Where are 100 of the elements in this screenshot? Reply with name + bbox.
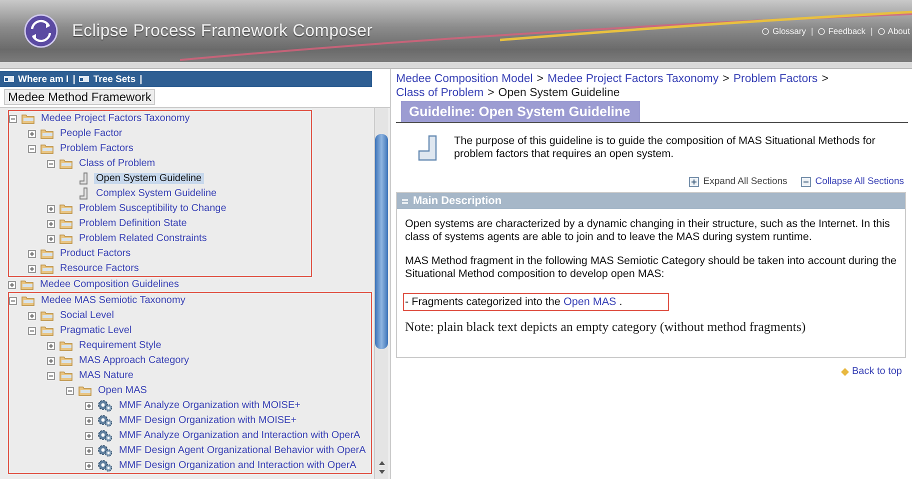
folder-icon xyxy=(40,143,54,154)
gear-icon xyxy=(97,459,113,472)
tree-item[interactable]: MAS Nature xyxy=(77,370,136,381)
folder-icon xyxy=(21,113,35,124)
folder-icon xyxy=(40,128,54,139)
collapse-icon[interactable] xyxy=(9,114,17,122)
folder-icon xyxy=(20,279,34,290)
collapse-all-link[interactable]: Collapse All Sections xyxy=(801,176,904,187)
tree-item[interactable]: Problem Related Constraints xyxy=(77,233,209,244)
scroll-down-icon[interactable] xyxy=(378,469,386,475)
tree-item[interactable]: Class of Problem xyxy=(77,158,158,169)
expand-all-link[interactable]: Expand All Sections xyxy=(689,176,788,187)
breadcrumb-link[interactable]: Class of Problem xyxy=(396,86,484,100)
document-icon xyxy=(78,172,90,185)
tree-item[interactable]: Problem Susceptibility to Change xyxy=(77,203,228,214)
breadcrumb-separator: > xyxy=(722,72,730,86)
tree-item[interactable]: People Factor xyxy=(58,128,124,139)
expand-icon[interactable] xyxy=(47,204,55,212)
collapse-icon[interactable] xyxy=(28,326,36,334)
tree-item[interactable]: Social Level xyxy=(58,310,116,321)
folder-icon xyxy=(59,218,73,229)
gear-icon xyxy=(97,414,113,427)
tree-item[interactable]: Product Factors xyxy=(58,248,133,259)
separator: | xyxy=(140,74,142,84)
scrollbar-thumb[interactable] xyxy=(375,134,388,349)
method-framework-label: Medee Method Framework xyxy=(4,89,156,105)
tree-item[interactable]: Medee Project Factors Taxonomy xyxy=(39,113,192,124)
expand-icon[interactable] xyxy=(47,220,55,228)
tree-item[interactable]: MMF Design Organization and Interaction with OperA xyxy=(117,460,358,471)
expand-icon[interactable] xyxy=(85,416,93,424)
plus-icon xyxy=(689,176,700,186)
logo-icon xyxy=(24,14,58,48)
tree-item[interactable]: MMF Design Agent Organizational Behavior with OperA xyxy=(117,445,368,456)
description-paragraph: MAS Method fragment in the following MAS Semiotic Category should be taken into account during the Situational Method composition to develop open MAS: xyxy=(405,255,897,281)
expand-icon[interactable] xyxy=(85,402,93,410)
tree-item[interactable]: Complex System Guideline xyxy=(94,188,219,199)
purpose-text: The purpose of this guideline is to guide the composition of MAS Situational Methods for problem factors that requires an open system. xyxy=(454,135,876,161)
breadcrumb-link[interactable]: Problem Factors xyxy=(733,72,818,86)
collapse-icon[interactable] xyxy=(66,386,74,394)
gear-icon xyxy=(97,429,113,442)
folder-icon xyxy=(59,158,73,169)
app-title: Eclipse Process Framework Composer xyxy=(72,21,373,41)
collapse-icon[interactable] xyxy=(47,160,55,168)
tree-item[interactable]: Problem Definition State xyxy=(77,218,189,229)
folder-icon xyxy=(59,355,73,366)
expand-icon[interactable] xyxy=(8,280,16,288)
folder-icon xyxy=(21,295,35,306)
tree-item[interactable]: Medee MAS Semiotic Taxonomy xyxy=(39,295,188,306)
tree-item[interactable]: Problem Factors xyxy=(58,143,136,154)
info-icon xyxy=(818,28,826,34)
expand-icon[interactable] xyxy=(28,130,36,138)
gear-icon xyxy=(97,399,113,412)
minus-icon xyxy=(801,176,812,186)
scrollbar[interactable] xyxy=(374,108,388,479)
tree-item[interactable]: Resource Factors xyxy=(58,263,141,274)
folder-icon xyxy=(40,310,54,321)
breadcrumb-separator: > xyxy=(822,72,828,86)
tree-item[interactable]: MAS Approach Category xyxy=(77,355,192,366)
scroll-up-icon[interactable] xyxy=(378,460,386,466)
diamond-icon xyxy=(840,368,849,376)
folder-icon xyxy=(40,325,54,336)
breadcrumb-current: Open System Guideline xyxy=(498,86,620,100)
tree-item[interactable]: Open MAS xyxy=(96,385,149,396)
folder-icon xyxy=(59,340,73,351)
expand-icon[interactable] xyxy=(47,234,55,242)
gear-icon xyxy=(97,444,113,457)
folder-icon xyxy=(59,203,73,214)
open-mas-link[interactable]: Open MAS xyxy=(563,296,616,308)
breadcrumb-link[interactable]: Medee Composition Model xyxy=(396,72,533,86)
collapse-icon[interactable] xyxy=(47,372,55,380)
tree-item[interactable]: Open System Guideline xyxy=(94,173,204,184)
folder-icon xyxy=(78,385,92,396)
expand-icon[interactable] xyxy=(47,356,55,364)
tree-item[interactable]: Pragmatic Level xyxy=(58,325,134,336)
separator: | xyxy=(870,26,873,36)
expand-icon[interactable] xyxy=(47,342,55,350)
collapse-icon[interactable] xyxy=(28,144,36,152)
tree-item[interactable]: Medee Composition Guidelines xyxy=(38,279,181,290)
info-icon xyxy=(762,28,770,34)
expand-icon[interactable] xyxy=(28,264,36,272)
collapse-icon[interactable] xyxy=(9,296,17,304)
expand-icon[interactable] xyxy=(28,312,36,320)
tree-item[interactable]: MMF Analyze Organization with MOISE+ xyxy=(117,400,302,411)
back-to-top-link[interactable]: Back to top xyxy=(840,366,902,377)
tree-item[interactable]: MMF Analyze Organization and Interaction with OperA xyxy=(117,430,362,441)
breadcrumb-separator: > xyxy=(488,86,494,100)
expand-icon[interactable] xyxy=(85,432,93,440)
folder-icon xyxy=(40,248,54,259)
info-icon xyxy=(878,28,885,34)
breadcrumb-link[interactable]: Medee Project Factors Taxonomy xyxy=(548,72,719,86)
toolbar-link[interactable]: Tree Sets xyxy=(93,74,136,84)
tree-item[interactable]: MMF Design Organization with MOISE+ xyxy=(117,415,299,426)
expand-icon[interactable] xyxy=(85,462,93,470)
expand-icon[interactable] xyxy=(28,250,36,258)
page-title: Guideline: Open System Guideline xyxy=(401,101,640,122)
header-link[interactable]: Glossary xyxy=(772,26,806,36)
toolbar-link[interactable]: Where am I xyxy=(18,74,69,84)
fragment-sentence: - Fragments categorized into the Open MAS . xyxy=(403,293,670,311)
expand-icon[interactable] xyxy=(85,446,93,454)
tree-item[interactable]: Requirement Style xyxy=(77,340,164,351)
